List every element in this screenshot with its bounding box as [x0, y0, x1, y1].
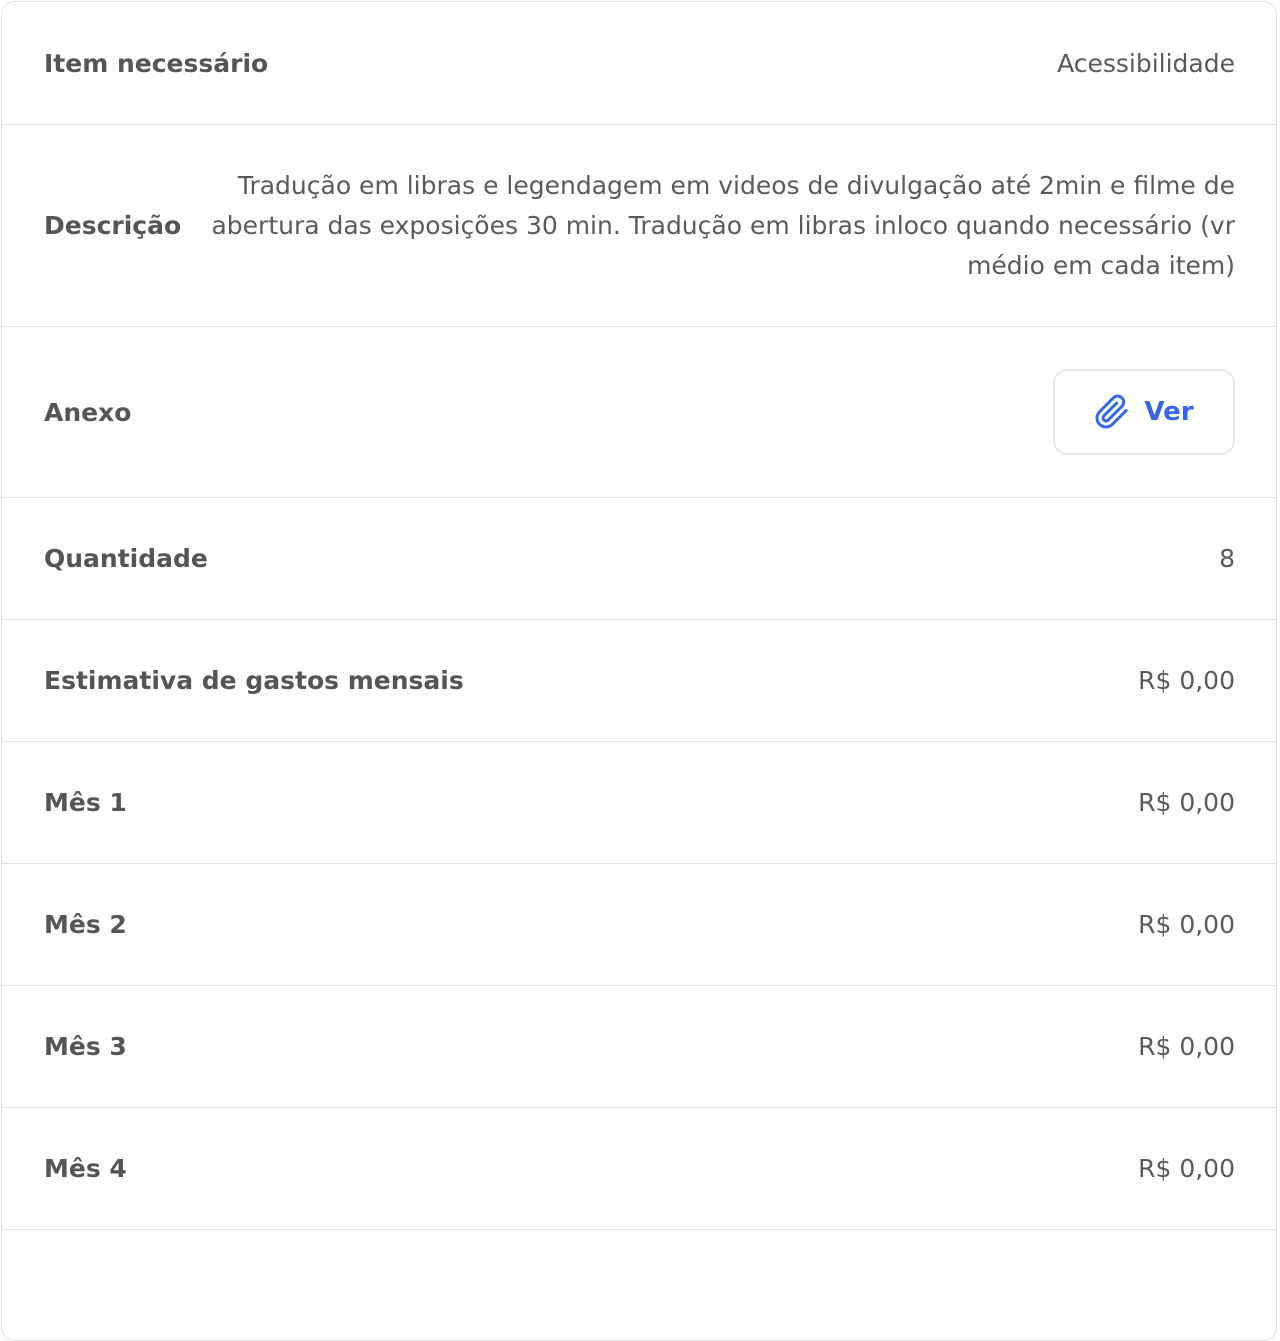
row-description: Descrição Tradução em libras e legendage… — [2, 125, 1276, 327]
paperclip-icon — [1094, 394, 1130, 430]
view-attachment-button[interactable]: Ver — [1053, 369, 1235, 455]
monthly-estimate-label: Estimativa de gastos mensais — [44, 666, 464, 695]
row-month-1: Mês 1 R$ 0,00 — [2, 742, 1276, 864]
month-1-label: Mês 1 — [44, 788, 127, 817]
view-button-label: Ver — [1144, 397, 1194, 427]
row-month-2: Mês 2 R$ 0,00 — [2, 864, 1276, 986]
row-attachment: Anexo Ver — [2, 327, 1276, 498]
monthly-estimate-value: R$ 0,00 — [1138, 666, 1235, 695]
description-label: Descrição — [44, 211, 182, 240]
quantity-label: Quantidade — [44, 544, 208, 573]
description-value: Tradução em libras e legendagem em video… — [211, 170, 1235, 280]
item-needed-label: Item necessário — [44, 48, 269, 78]
quantity-value: 8 — [1219, 544, 1235, 573]
month-4-value: R$ 0,00 — [1138, 1154, 1235, 1183]
row-monthly-estimate: Estimativa de gastos mensais R$ 0,00 — [2, 620, 1276, 742]
row-month-3: Mês 3 R$ 0,00 — [2, 986, 1276, 1108]
month-4-label: Mês 4 — [44, 1154, 127, 1183]
row-month-4: Mês 4 R$ 0,00 — [2, 1108, 1276, 1230]
item-needed-value: Acessibilidade — [1057, 48, 1235, 78]
month-3-value: R$ 0,00 — [1138, 1032, 1235, 1061]
row-item-needed: Item necessário Acessibilidade — [2, 2, 1276, 125]
attachment-label: Anexo — [44, 397, 132, 427]
item-details-card: Item necessário Acessibilidade Descrição… — [1, 1, 1277, 1341]
month-2-value: R$ 0,00 — [1138, 910, 1235, 939]
month-3-label: Mês 3 — [44, 1032, 127, 1061]
row-quantity: Quantidade 8 — [2, 498, 1276, 620]
month-1-value: R$ 0,00 — [1138, 788, 1235, 817]
month-2-label: Mês 2 — [44, 910, 127, 939]
